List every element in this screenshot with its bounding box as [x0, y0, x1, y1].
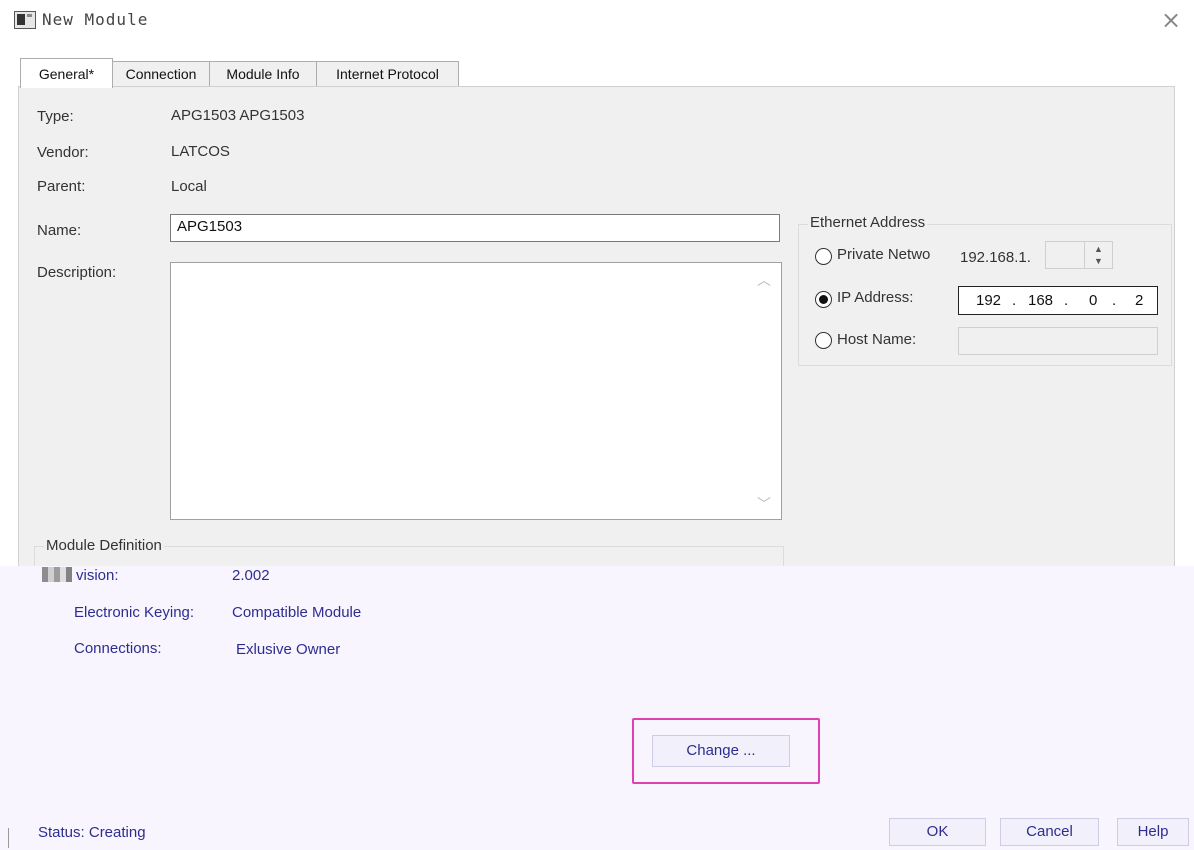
status-text: Status: Creating — [38, 824, 146, 841]
spinner-arrows-icon[interactable]: ▲ ▼ — [1084, 242, 1112, 268]
ip-octet-4[interactable]: 2 — [1135, 292, 1143, 309]
private-network-prefix: 192.168.1. — [960, 249, 1031, 266]
ip-octet-3[interactable]: 0 — [1089, 292, 1097, 309]
tab-internet-protocol[interactable]: Internet Protocol — [316, 61, 459, 87]
description-label: Description: — [37, 264, 117, 281]
title-bar — [0, 0, 1194, 40]
render-artifact — [42, 567, 72, 582]
electronic-keying-value: Compatible Module — [232, 604, 362, 621]
vendor-value: LATCOS — [171, 143, 230, 160]
tab-general[interactable]: General* — [20, 58, 113, 88]
name-label: Name: — [37, 222, 82, 239]
tab-module-info[interactable]: Module Info — [209, 61, 317, 87]
cancel-button[interactable]: Cancel — [1000, 818, 1099, 846]
revision-label: vision: — [76, 567, 119, 584]
type-label: Type: — [37, 108, 74, 125]
module-definition-legend: Module Definition — [44, 537, 164, 554]
host-name-input[interactable] — [958, 327, 1158, 355]
ip-dot: . — [1064, 292, 1069, 309]
tab-connection[interactable]: Connection — [112, 61, 210, 87]
connections-value: Exlusive Owner — [236, 641, 341, 658]
private-network-label: Private Netwo — [837, 246, 931, 263]
connections-label: Connections: — [74, 640, 162, 657]
ip-address-input[interactable]: 192 . 168 . 0 . 2 — [958, 286, 1158, 315]
host-name-label: Host Name: — [837, 331, 917, 348]
left-edge-line — [8, 828, 9, 848]
change-button[interactable]: Change ... — [652, 735, 790, 767]
parent-value: Local — [171, 178, 207, 195]
private-network-radio[interactable] — [815, 248, 832, 265]
ip-dot: . — [1112, 292, 1117, 309]
name-input[interactable]: APG1503 — [170, 214, 780, 242]
vendor-label: Vendor: — [37, 144, 89, 161]
scroll-down-icon[interactable]: ﹀ — [757, 494, 771, 514]
ip-octet-2[interactable]: 168 — [1028, 292, 1053, 309]
close-icon[interactable]: × — [1156, 5, 1186, 35]
help-button[interactable]: Help — [1117, 818, 1189, 846]
host-name-radio[interactable] — [815, 332, 832, 349]
module-window-icon — [14, 11, 36, 29]
ip-address-label: IP Address: — [837, 289, 914, 306]
scroll-up-icon[interactable]: ︿ — [757, 270, 771, 290]
revision-value: 2.002 — [232, 567, 270, 584]
type-value: APG1503 APG1503 — [171, 107, 305, 124]
ok-button[interactable]: OK — [889, 818, 986, 846]
window-title: New Module — [42, 10, 149, 29]
ethernet-address-legend: Ethernet Address — [808, 214, 928, 231]
ip-address-radio[interactable] — [815, 291, 832, 308]
description-textarea[interactable] — [170, 262, 782, 520]
parent-label: Parent: — [37, 178, 86, 195]
electronic-keying-label: Electronic Keying: — [74, 604, 195, 621]
ip-dot: . — [1012, 292, 1017, 309]
ip-octet-1[interactable]: 192 — [976, 292, 1001, 309]
